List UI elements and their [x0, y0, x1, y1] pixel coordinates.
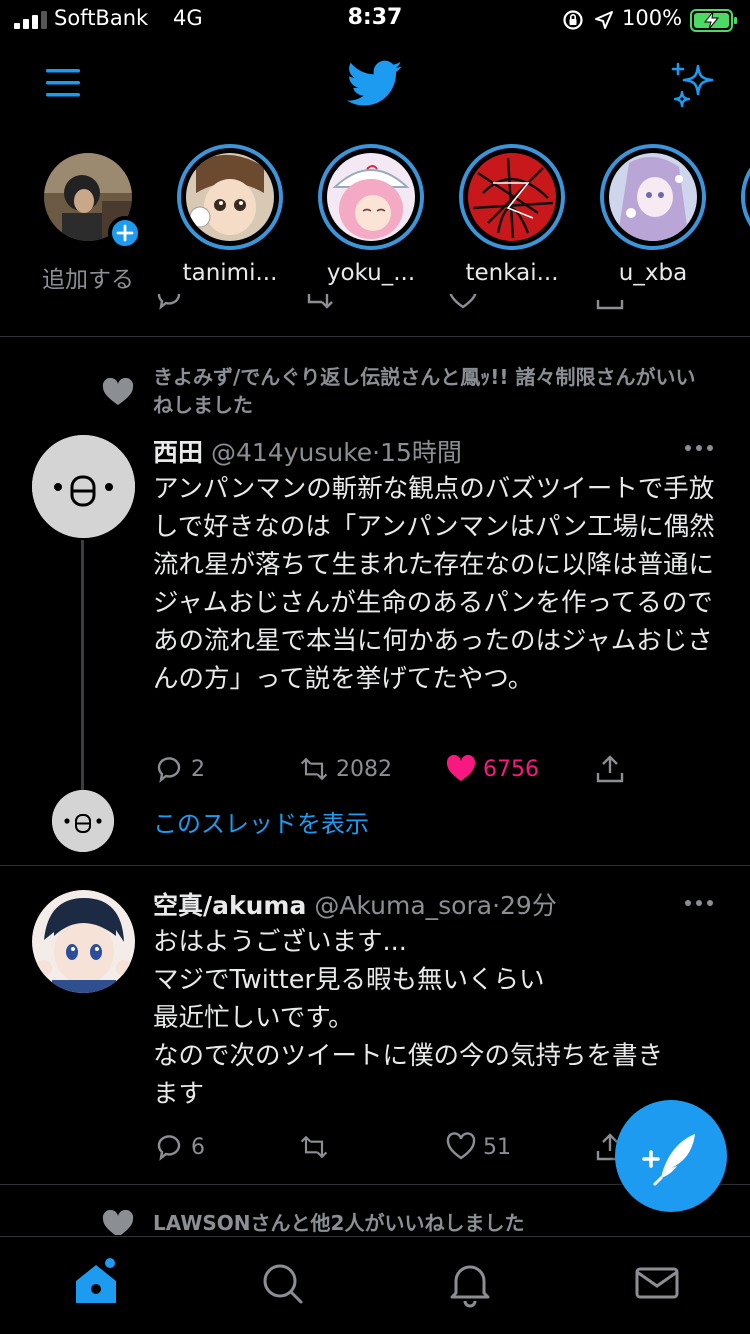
fleet-name: tenkai...	[465, 260, 559, 286]
tweet-header: 西田 @414yusuke·15時間	[153, 433, 462, 469]
dot-separator: ·	[372, 438, 381, 467]
avatar[interactable]	[32, 435, 135, 538]
retweet-icon	[300, 757, 328, 781]
timestamp: 15時間	[380, 438, 462, 467]
social-context-text: LAWSONさんと他2人がいいねしました	[153, 1211, 525, 1235]
display-name[interactable]: 西田	[153, 438, 203, 467]
show-thread-link[interactable]: このスレッドを表示	[153, 804, 369, 839]
fleet-name: tanimi...	[182, 260, 278, 286]
share-icon[interactable]	[594, 294, 626, 312]
top-nav-bar	[0, 52, 750, 122]
hamburger-icon[interactable]	[46, 68, 80, 98]
reply-icon	[157, 757, 181, 783]
retweet-button[interactable]: 2082	[298, 749, 392, 789]
more-options-icon[interactable]	[684, 444, 714, 452]
compose-tweet-button[interactable]	[615, 1100, 727, 1212]
search-icon[interactable]	[256, 1257, 308, 1309]
more-options-icon[interactable]	[684, 899, 714, 907]
fleet-avatar	[609, 153, 697, 241]
reply-icon[interactable]	[153, 294, 185, 312]
tweet-actions: 6 51	[153, 1127, 673, 1167]
fleet-name: yoku_...	[326, 260, 416, 286]
reply-count: 6	[191, 1134, 205, 1160]
reply-button[interactable]: 2	[153, 749, 205, 789]
reply-count: 2	[191, 756, 205, 782]
tweet-text: おはようございます... マジでTwitter見る暇も無いくらい 最近忙しいです…	[153, 923, 718, 1113]
fleet-ring	[741, 144, 750, 250]
retweet-count: 2082	[336, 756, 392, 782]
timestamp: 29分	[500, 891, 557, 920]
tweet-text-line: おはようございます...	[153, 927, 407, 957]
tweet-text-line: マジでTwitter見る暇も無いくらい	[153, 965, 545, 995]
fleet-item[interactable]: tanimi...	[167, 140, 293, 286]
add-fleet-plus-icon[interactable]	[108, 216, 142, 250]
handle[interactable]: @414yusuke	[211, 438, 372, 467]
like-count: 51	[483, 1134, 511, 1160]
share-icon	[596, 755, 624, 783]
fleet-avatar	[186, 153, 274, 241]
fleet-name: 追加する	[42, 267, 134, 293]
social-context-text: きよみず/でんぐり返し伝説さんと鳳ｯ!! 諸々制限さんがいいねしました	[153, 365, 696, 417]
like-button[interactable]: 6756	[445, 749, 539, 789]
fleets-row: 追加する tanimi... yoku_... tenkai... u_xba	[0, 140, 750, 300]
retweet-icon	[300, 1135, 328, 1159]
like-icon[interactable]	[447, 294, 479, 312]
sparkle-icon[interactable]	[668, 60, 718, 110]
thread-line	[81, 540, 84, 790]
battery-percent: 100%	[622, 6, 683, 30]
bottom-tab-bar	[0, 1236, 750, 1334]
status-bar: SoftBank 4G 8:37 100%	[0, 0, 750, 40]
tweet[interactable]: きよみず/でんぐり返し伝説さんと鳳ｯ!! 諸々制限さんがいいねしました 西田 @…	[0, 337, 750, 865]
like-count: 6756	[483, 756, 539, 782]
tweet-header: 空真/akuma @Akuma_sora·29分	[153, 886, 557, 922]
tweet-text-line: 最近忙しいです。	[153, 1003, 354, 1033]
bell-icon[interactable]	[444, 1257, 496, 1309]
liked-context-heart-icon	[102, 1209, 134, 1235]
tweet-text-line: なので次のツイートに僕の今の気持ちを書き	[153, 1041, 664, 1071]
fleet-item[interactable]: Z	[731, 140, 750, 286]
liked-context-heart-icon	[102, 377, 134, 405]
thread-avatar[interactable]	[52, 790, 114, 852]
heart-outline-icon	[446, 1132, 476, 1160]
avatar[interactable]	[32, 890, 135, 993]
reply-button[interactable]: 6	[153, 1127, 205, 1167]
fleet-name: Z	[731, 260, 750, 286]
location-arrow-icon	[595, 11, 613, 29]
fleet-ring	[600, 144, 706, 250]
tweet-text: アンパンマンの斬新な観点のバズツイートで手放しで好きなのは「アンパンマンはパン工…	[153, 474, 715, 694]
fleet-avatar	[327, 153, 415, 241]
like-button[interactable]: 51	[445, 1127, 511, 1167]
twitter-bird-icon[interactable]	[347, 60, 403, 108]
previous-tweet-actions	[0, 294, 750, 318]
fleet-item[interactable]: tenkai...	[449, 140, 575, 286]
rotation-lock-icon	[563, 10, 583, 30]
handle[interactable]: @Akuma_sora	[314, 891, 492, 920]
fleet-name: u_xba	[618, 260, 688, 286]
compose-feather-icon	[642, 1134, 695, 1186]
tweet-actions: 2 2082 6756	[153, 749, 673, 789]
heart-filled-icon	[446, 754, 476, 781]
mail-icon[interactable]	[631, 1257, 683, 1309]
share-button[interactable]	[594, 749, 632, 789]
fleet-item[interactable]: u_xba	[590, 140, 716, 286]
retweet-button[interactable]	[298, 1127, 336, 1167]
fleet-item[interactable]: yoku_...	[308, 140, 434, 286]
display-name[interactable]: 空真/akuma	[153, 891, 306, 920]
fleet-ring	[459, 144, 565, 250]
reply-icon	[157, 1135, 181, 1161]
retweet-icon[interactable]	[300, 294, 336, 312]
fleet-ring	[318, 144, 424, 250]
home-icon[interactable]	[70, 1257, 122, 1309]
fleet-avatar	[468, 153, 556, 241]
battery-charging-icon	[690, 9, 737, 32]
dot-separator: ·	[492, 891, 501, 920]
fleet-ring	[177, 144, 283, 250]
